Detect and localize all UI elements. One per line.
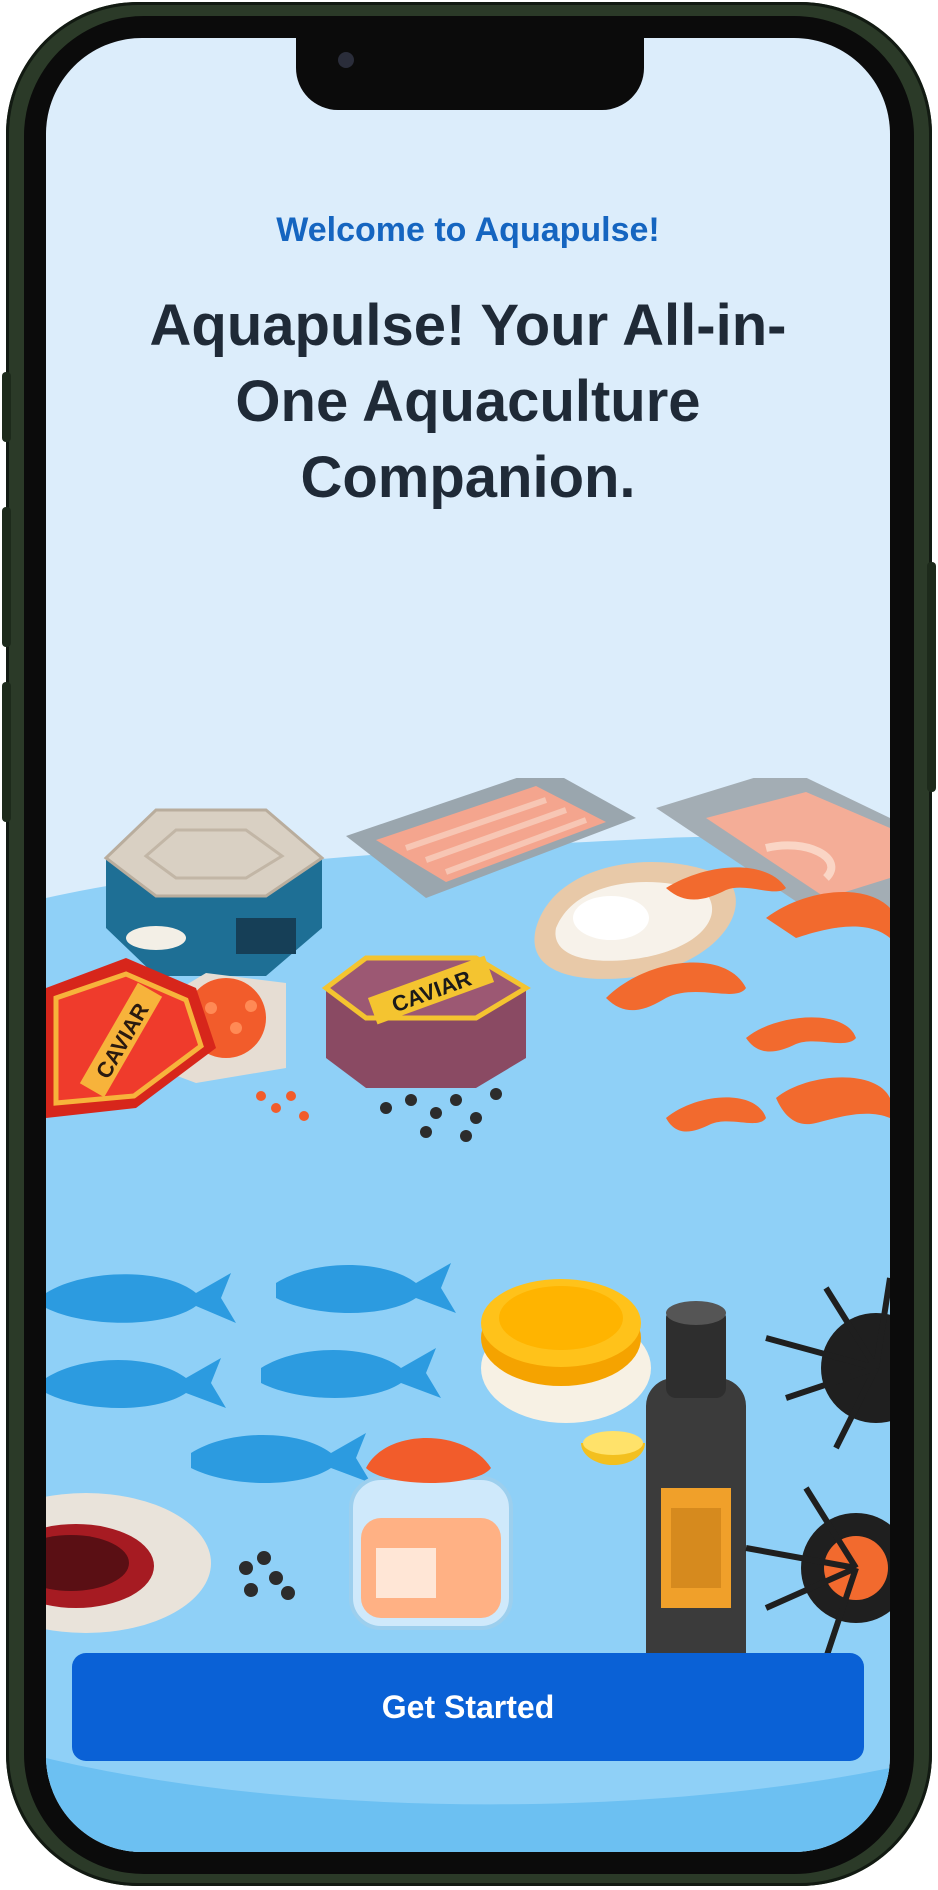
power-button xyxy=(927,562,936,792)
camera-icon xyxy=(338,52,354,68)
tin-can-icon xyxy=(103,808,325,976)
notch xyxy=(296,38,644,110)
roe-jar-icon xyxy=(349,1438,513,1630)
volume-up-button xyxy=(2,507,11,647)
page-title: Aquapulse! Your All-in-One Aquaculture C… xyxy=(149,293,787,510)
welcome-heading: Welcome to Aquapulse! xyxy=(276,211,660,249)
action-button xyxy=(2,372,11,442)
jar-lid-icon xyxy=(481,1279,651,1423)
get-started-button[interactable]: Get Started xyxy=(72,1653,864,1761)
volume-down-button xyxy=(2,682,11,822)
app-screen: Welcome to Aquapulse! Aquapulse! Your Al… xyxy=(46,38,890,1852)
